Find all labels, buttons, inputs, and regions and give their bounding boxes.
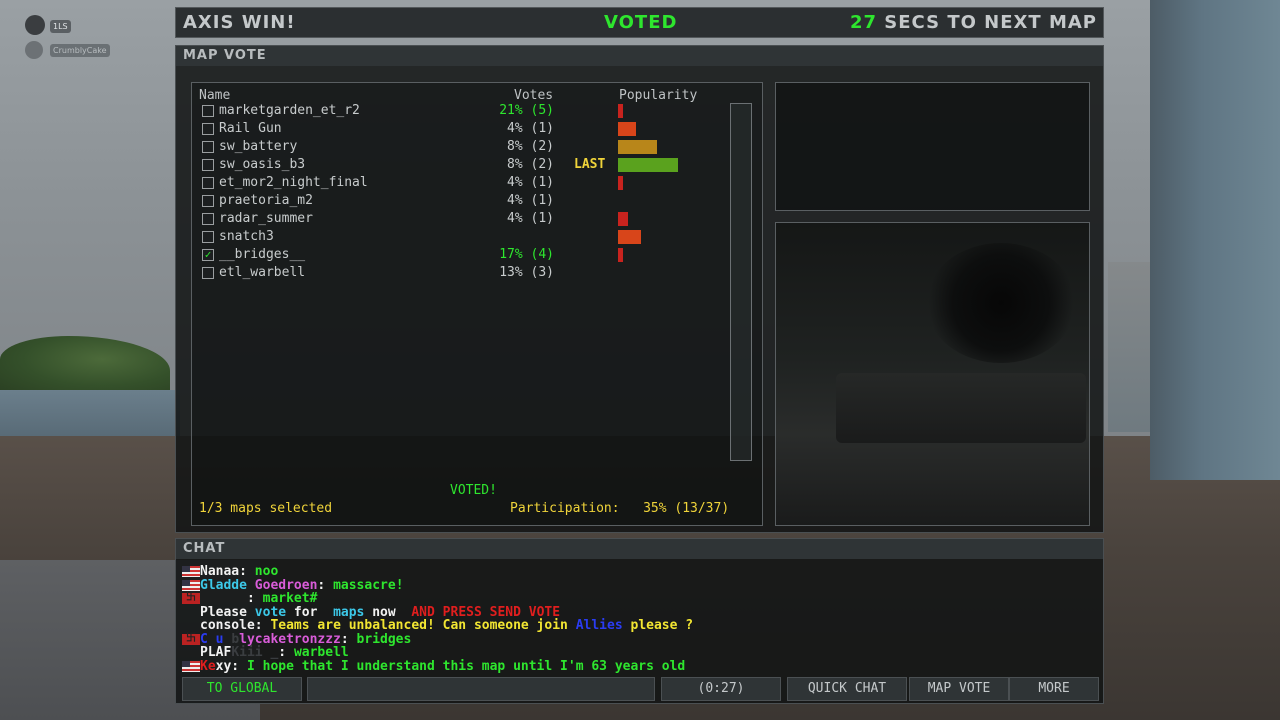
more-button[interactable]: MORE — [1009, 677, 1099, 701]
map-votes: 8% (2) — [507, 139, 554, 154]
chat-line: Gladde Goedroen: massacre! — [180, 578, 693, 593]
popularity-bar — [618, 104, 623, 118]
maps-selected-count: 1/3 maps selected — [199, 501, 333, 516]
chat-line: C u blycaketronzzz: bridges — [180, 632, 693, 647]
map-list-scrollbar[interactable] — [730, 103, 752, 461]
popularity-bar — [618, 176, 623, 190]
map-checkbox[interactable] — [202, 141, 214, 153]
map-name: marketgarden_et_r2 — [219, 103, 360, 118]
foreground-building — [1150, 0, 1280, 480]
chat-line: PLAFKiii _: warbell — [200, 645, 349, 660]
popularity-bar — [618, 158, 678, 172]
chat-line: : market# — [180, 591, 693, 606]
map-name: et_mor2_night_final — [219, 175, 368, 190]
map-name: sw_oasis_b3 — [219, 157, 306, 172]
map-name: snatch3 — [219, 229, 274, 244]
map-description-box — [775, 82, 1090, 211]
column-header-votes: Votes — [514, 88, 554, 103]
avatar — [25, 15, 45, 35]
us-flag-icon — [182, 660, 200, 672]
tank-silhouette — [836, 373, 1086, 443]
map-checkbox[interactable] — [202, 195, 214, 207]
axis-flag-icon — [182, 591, 200, 605]
map-name: radar_summer — [219, 211, 313, 226]
map-checkbox[interactable] — [202, 159, 214, 171]
voted-message: VOTED! — [450, 483, 497, 498]
map-checkbox[interactable] — [202, 177, 214, 189]
map-vote-title: MAP VOTE — [176, 46, 1103, 66]
participation-label: Participation: — [510, 501, 620, 516]
round-result: AXIS WIN! — [183, 12, 296, 33]
map-row[interactable]: marketgarden_et_r2 21% (5) — [192, 102, 752, 120]
round-status-bar: AXIS WIN! VOTED 27 SECS TO NEXT MAP — [175, 7, 1104, 38]
avatar-small — [25, 41, 43, 59]
map-row[interactable]: Rail Gun 4% (1) — [192, 120, 752, 138]
participation-value: 35% (13/37) — [643, 501, 730, 516]
map-checkbox[interactable] — [202, 123, 214, 135]
popularity-bar — [618, 230, 641, 244]
player-name: CrumblyCake — [50, 44, 110, 57]
popularity-bar — [618, 140, 657, 154]
map-row[interactable]: radar_summer 4% (1) — [192, 210, 752, 228]
map-row[interactable]: snatch3 — [192, 228, 752, 246]
chat-line: console: Teams are unbalanced! Can someo… — [200, 618, 694, 633]
map-votes: 21% (5) — [499, 103, 554, 118]
map-name: sw_battery — [219, 139, 298, 154]
water — [0, 390, 180, 442]
map-votes: 8% (2) — [507, 157, 554, 172]
player-badge: 1LS — [50, 20, 71, 33]
chat-line: Please vote for maps now AND PRESS SEND … — [200, 604, 561, 620]
countdown-number: 27 — [849, 12, 878, 33]
axis-flag-icon — [182, 632, 200, 645]
map-checkbox[interactable] — [202, 267, 214, 279]
map-votes: 4% (1) — [507, 211, 554, 226]
chat-panel: CHAT Nanaa: noo Gladde Goedroen: massacr… — [175, 538, 1104, 704]
map-name: __bridges__ — [219, 247, 306, 262]
map-row[interactable]: sw_oasis_b3 8% (2) LAST — [192, 156, 752, 174]
map-votes: 4% (1) — [507, 175, 554, 190]
map-row[interactable]: et_mor2_night_final 4% (1) — [192, 174, 752, 192]
column-header-popularity: Popularity — [619, 88, 698, 103]
chat-input[interactable] — [307, 677, 655, 701]
chat-log: Nanaa: noo Gladde Goedroen: massacre! : … — [180, 565, 693, 673]
chat-title: CHAT — [176, 539, 1103, 559]
map-votes: 4% (1) — [507, 121, 554, 136]
us-flag-icon — [182, 579, 200, 591]
map-row[interactable]: ✓ __bridges__ 17% (4) — [192, 246, 752, 264]
map-vote-button[interactable]: MAP VOTE — [909, 677, 1009, 701]
popularity-bar — [618, 248, 623, 262]
map-row[interactable]: sw_battery 8% (2) — [192, 138, 752, 156]
next-map-countdown: 27 SECS TO NEXT MAP — [850, 12, 1097, 33]
map-row[interactable]: praetoria_m2 4% (1) — [192, 192, 752, 210]
chat-line: Nanaa: noo — [180, 565, 693, 579]
popularity-bar — [618, 122, 636, 136]
map-name: praetoria_m2 — [219, 193, 313, 208]
chat-line: Kexy: I hope that I understand this map … — [180, 659, 693, 674]
last-played-label: LAST — [574, 157, 606, 172]
to-global-button[interactable]: TO GLOBAL — [182, 677, 302, 701]
map-votes: 13% (3) — [499, 265, 554, 280]
column-header-name: Name — [199, 88, 231, 103]
quick-chat-button[interactable]: QUICK CHAT — [787, 677, 907, 701]
map-preview-image — [775, 222, 1090, 526]
map-row[interactable]: etl_warbell 13% (3) — [192, 264, 752, 282]
map-checkbox[interactable] — [202, 231, 214, 243]
map-checkbox[interactable]: ✓ — [202, 249, 214, 261]
vote-timer: (0:27) — [661, 677, 781, 701]
map-name: etl_warbell — [219, 265, 306, 280]
map-vote-panel: MAP VOTE Name Votes Popularity marketgar… — [175, 45, 1104, 533]
popularity-bar — [618, 212, 628, 226]
participation: Participation: 35% (13/37) — [510, 501, 729, 516]
map-name: Rail Gun — [219, 121, 282, 136]
map-votes: 17% (4) — [499, 247, 554, 262]
map-checkbox[interactable] — [202, 105, 214, 117]
map-list: Name Votes Popularity marketgarden_et_r2… — [191, 82, 763, 526]
countdown-text: SECS TO NEXT MAP — [877, 12, 1097, 33]
smoke — [926, 243, 1076, 363]
vote-status: VOTED — [604, 12, 678, 33]
us-flag-icon — [182, 566, 200, 577]
map-votes: 4% (1) — [507, 193, 554, 208]
map-checkbox[interactable] — [202, 213, 214, 225]
